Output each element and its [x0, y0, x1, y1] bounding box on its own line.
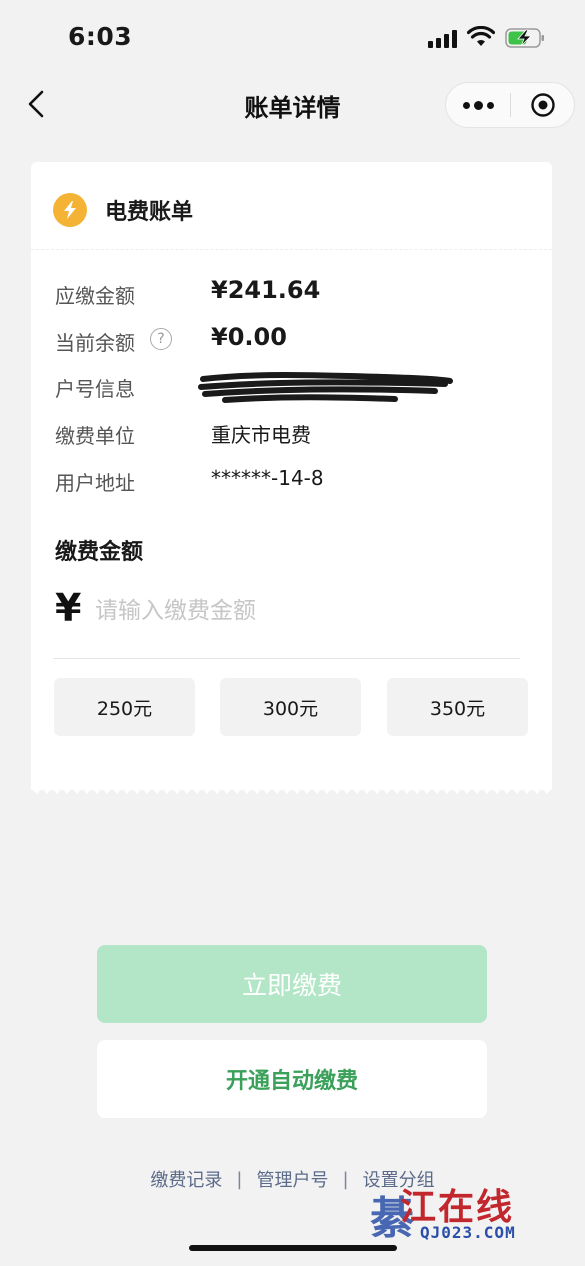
- info-row-account: 户号信息: [55, 369, 535, 403]
- quick-amount-250-button[interactable]: 250元: [54, 678, 195, 736]
- info-label: 用户地址: [55, 471, 135, 495]
- info-label: 户号信息: [55, 377, 135, 401]
- quick-amount-350-button[interactable]: 350元: [387, 678, 528, 736]
- footer-divider: |: [236, 1168, 243, 1190]
- yen-sign: ¥: [55, 586, 82, 630]
- payment-amount-title: 缴费金额: [55, 540, 144, 565]
- battery-charging-icon: [505, 28, 544, 48]
- enable-auto-pay-button[interactable]: 开通自动缴费: [97, 1040, 487, 1118]
- info-row-amount-due: 应缴金额 ¥241.64: [55, 276, 535, 310]
- payee-value: 重庆市电费: [211, 423, 311, 447]
- dot-icon: [486, 101, 494, 109]
- wifi-icon: [467, 26, 495, 46]
- bill-title: 电费账单: [105, 200, 194, 225]
- more-button[interactable]: [446, 83, 510, 127]
- bill-card: 电费账单 应缴金额 ¥241.64 当前余额 ? ¥0.00 户号信息 缴费单位…: [31, 162, 552, 790]
- dot-icon: [462, 101, 470, 109]
- amount-due-value: ¥241.64: [211, 276, 321, 304]
- quick-amount-300-button[interactable]: 300元: [220, 678, 361, 736]
- card-torn-edge: [31, 784, 552, 794]
- info-label: 当前余额: [55, 331, 135, 355]
- navigation-bar: 账单详情: [0, 70, 585, 140]
- info-row-address: 用户地址 ******-14-8: [55, 463, 535, 497]
- cellular-signal-icon: [428, 30, 460, 48]
- payment-history-link[interactable]: 缴费记录: [150, 1166, 222, 1192]
- info-label: 应缴金额: [55, 284, 135, 308]
- status-bar: 6:03: [0, 0, 585, 70]
- lightning-bolt-icon: [53, 193, 87, 227]
- site-watermark: 綦 江在线 QJ023.COM: [370, 1178, 570, 1248]
- bill-card-header: 电费账单: [31, 162, 552, 250]
- question-circle-icon[interactable]: ?: [150, 328, 172, 350]
- target-circle-icon: [531, 93, 555, 117]
- info-row-payee: 缴费单位 重庆市电费: [55, 416, 535, 450]
- redaction-scribble: [198, 372, 453, 403]
- dot-icon: [473, 100, 483, 110]
- footer-divider: |: [342, 1168, 349, 1190]
- amount-input[interactable]: [95, 594, 515, 628]
- close-miniprogram-button[interactable]: [511, 83, 575, 127]
- input-underline: [53, 658, 520, 659]
- miniprogram-capsule: [445, 82, 575, 128]
- watermark-domain: QJ023.COM: [420, 1223, 516, 1242]
- balance-value: ¥0.00: [211, 323, 287, 351]
- status-time: 6:03: [68, 22, 133, 51]
- home-indicator[interactable]: [189, 1245, 397, 1251]
- manage-accounts-link[interactable]: 管理户号: [257, 1166, 329, 1192]
- address-value: ******-14-8: [211, 466, 324, 490]
- pay-now-button[interactable]: 立即缴费: [97, 945, 487, 1023]
- info-row-balance: 当前余额 ? ¥0.00: [55, 323, 535, 357]
- info-label: 缴费单位: [55, 424, 135, 448]
